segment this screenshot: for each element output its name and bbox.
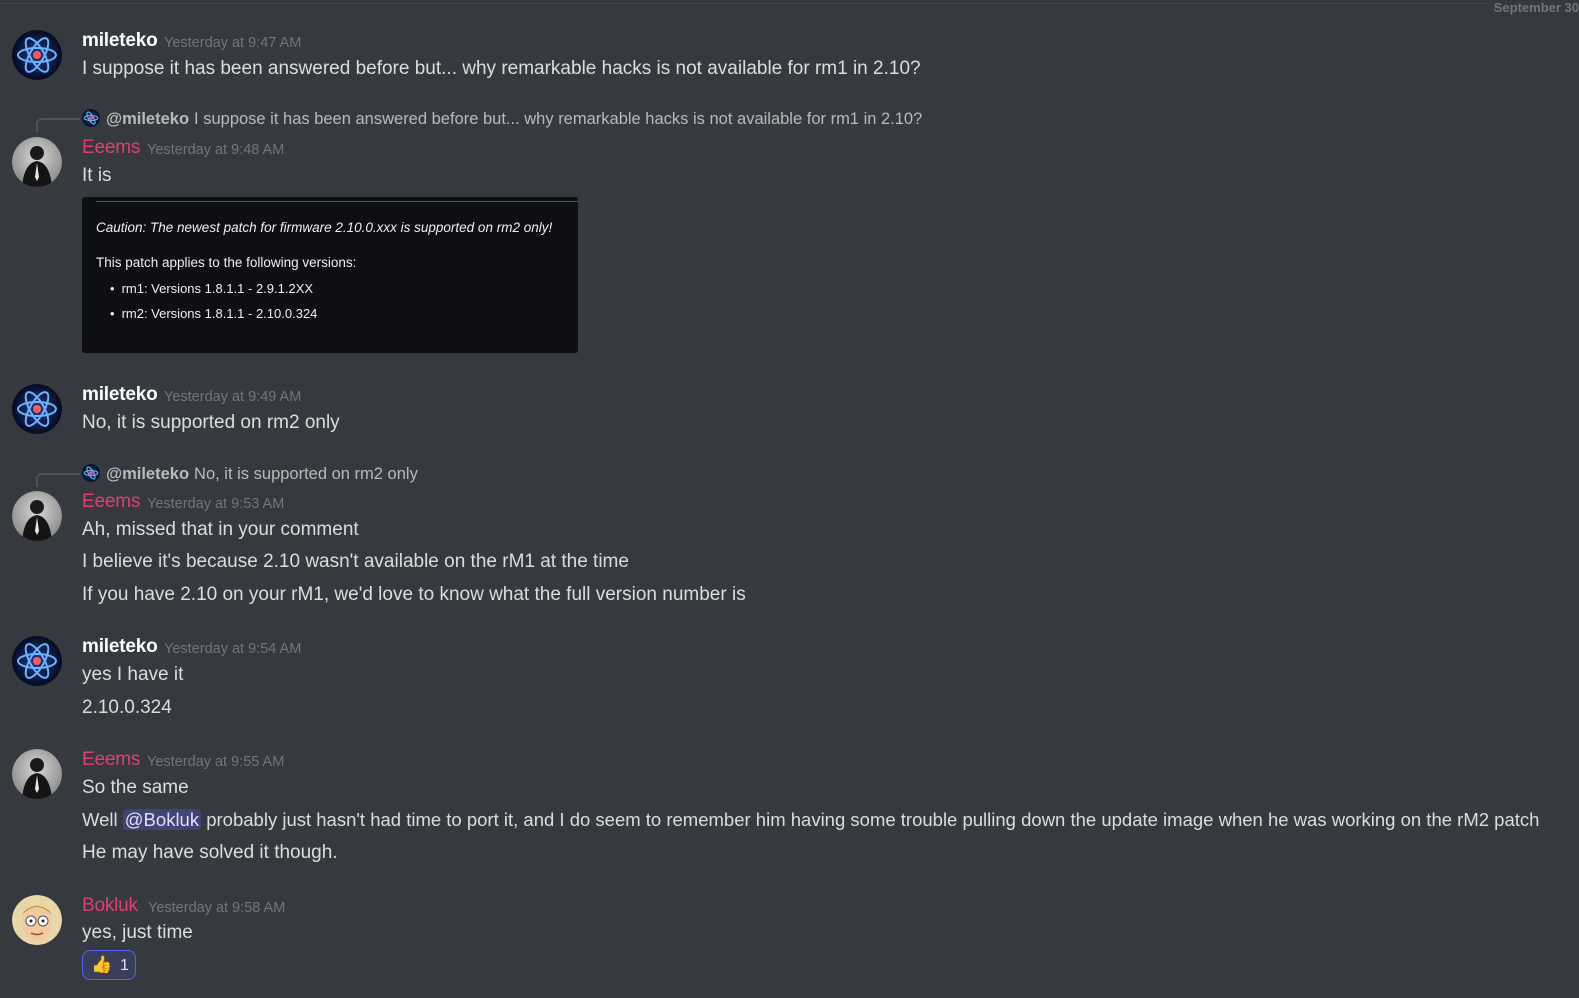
author-name[interactable]: Eeems xyxy=(82,491,140,513)
suit-figure-avatar-icon[interactable] xyxy=(12,137,62,187)
message: Bokluk Yesterday at 9:58 AM yes, just ti… xyxy=(0,0,1579,980)
message-timestamp: Yesterday at 9:55 AM xyxy=(147,754,285,770)
reply-text: I suppose it has been answered before bu… xyxy=(194,110,923,128)
message-text: yes, just time xyxy=(82,922,193,943)
author-name[interactable]: mileteko xyxy=(82,384,158,406)
cartoon-face-avatar-icon[interactable] xyxy=(12,895,62,945)
embedded-image[interactable]: Caution: The newest patch for firmware 2… xyxy=(82,197,578,353)
message-text: He may have solved it though. xyxy=(82,842,338,863)
message-timestamp: Yesterday at 9:49 AM xyxy=(164,389,302,405)
reply-preview[interactable]: @mileteko I suppose it has been answered … xyxy=(82,109,922,129)
message-text: Ah, missed that in your comment xyxy=(82,519,359,540)
message-text: So the same xyxy=(82,777,189,798)
message-text-segment: probably just hasn't had time to port it… xyxy=(201,809,1540,830)
message-text: 2.10.0.324 xyxy=(82,697,172,718)
message-timestamp: Yesterday at 9:58 AM xyxy=(148,900,286,916)
atom-avatar-icon xyxy=(82,464,100,482)
message-text: yes I have it xyxy=(82,664,184,685)
author-name[interactable]: Bokluk xyxy=(82,895,138,917)
embed-caution-text: Caution: The newest patch for firmware 2… xyxy=(96,220,553,235)
list-item: rm1: Versions 1.8.1.1 - 2.9.1.2XX xyxy=(110,281,317,306)
author-name[interactable]: Eeems xyxy=(82,137,140,159)
reply-spine xyxy=(36,118,80,132)
message-timestamp: Yesterday at 9:54 AM xyxy=(164,641,302,657)
reply-mention[interactable]: @mileteko xyxy=(106,465,189,483)
reply-preview[interactable]: @mileteko No, it is supported on rm2 only xyxy=(82,464,418,484)
suit-figure-avatar-icon[interactable] xyxy=(12,491,62,541)
message-text: No, it is supported on rm2 only xyxy=(82,412,340,433)
message-text: I believe it's because 2.10 wasn't avail… xyxy=(82,551,629,572)
embed-version-list: rm1: Versions 1.8.1.1 - 2.9.1.2XX rm2: V… xyxy=(110,281,318,331)
message: @mileteko I suppose it has been answered … xyxy=(0,0,1579,360)
message-text: Well @Bokluk probably just hasn't had ti… xyxy=(82,809,1539,831)
user-mention[interactable]: @Bokluk xyxy=(122,809,202,830)
message-timestamp: Yesterday at 9:53 AM xyxy=(147,496,285,512)
atom-avatar-icon xyxy=(82,109,100,127)
reply-spine xyxy=(36,473,80,487)
reaction-button[interactable]: 👍 1 xyxy=(82,950,136,980)
atom-avatar-icon[interactable] xyxy=(12,384,62,434)
reaction-count: 1 xyxy=(120,957,129,974)
author-name[interactable]: mileteko xyxy=(82,636,158,658)
reply-mention[interactable]: @mileteko xyxy=(106,110,189,128)
message-text: If you have 2.10 on your rM1, we'd love … xyxy=(82,584,746,605)
suit-figure-avatar-icon[interactable] xyxy=(12,749,62,799)
message-text-segment: Well xyxy=(82,809,123,830)
list-item: rm2: Versions 1.8.1.1 - 2.10.0.324 xyxy=(110,306,318,331)
message-text: It is xyxy=(82,165,112,186)
thumbs-up-icon: 👍 xyxy=(91,955,113,974)
message-timestamp: Yesterday at 9:48 AM xyxy=(147,142,285,158)
embed-rule xyxy=(96,201,578,202)
embed-applies-text: This patch applies to the following vers… xyxy=(96,255,357,270)
atom-avatar-icon[interactable] xyxy=(12,636,62,686)
reply-text: No, it is supported on rm2 only xyxy=(194,465,418,483)
author-name[interactable]: Eeems xyxy=(82,749,140,771)
